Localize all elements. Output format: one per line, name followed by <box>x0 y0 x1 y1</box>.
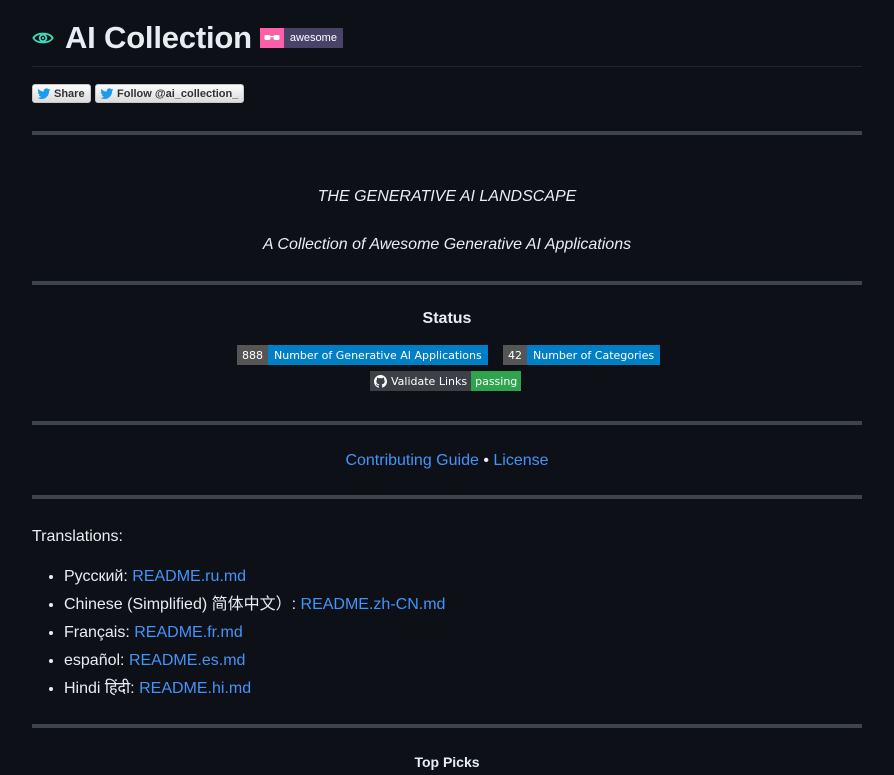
categories-count-badge[interactable]: 42 Number of Categories <box>503 345 661 365</box>
page-header: AI Collection awesome <box>32 18 343 58</box>
translation-language: Chinese (Simplified) 简体中文）: <box>64 596 297 613</box>
translation-link[interactable]: README.hi.md <box>139 680 251 697</box>
translation-language: Русский: <box>64 568 128 585</box>
translation-item: español: README.es.md <box>64 647 445 675</box>
translation-link[interactable]: README.ru.md <box>132 568 246 585</box>
section-divider <box>32 131 862 135</box>
translation-link[interactable]: README.fr.md <box>134 624 242 641</box>
translation-language: Français: <box>64 624 130 641</box>
twitter-share-label: Share <box>54 87 85 100</box>
apps-count-badge[interactable]: 888 Number of Generative AI Applications <box>237 345 488 365</box>
twitter-share-button[interactable]: Share <box>32 84 91 103</box>
translations-list: Русский: README.ru.md Chinese (Simplifie… <box>32 563 445 703</box>
validate-links-label: Validate Links <box>391 374 468 388</box>
eye-icon <box>32 32 54 44</box>
status-heading: Status <box>422 310 472 327</box>
section-divider <box>32 281 862 285</box>
twitter-follow-button[interactable]: Follow @ai_collection_ <box>95 84 245 103</box>
translation-language: Hindi हिंदी: <box>64 680 135 697</box>
section-divider <box>32 724 862 728</box>
top-picks-heading: Top Picks <box>414 754 480 770</box>
translation-link[interactable]: README.es.md <box>129 652 245 669</box>
page-title: AI Collection <box>65 20 252 55</box>
categories-count: 42 <box>503 345 527 365</box>
section-divider <box>32 495 862 499</box>
awesome-badge-label: awesome <box>283 28 343 48</box>
section-divider <box>32 421 862 425</box>
apps-count: 888 <box>237 345 268 365</box>
twitter-icon <box>100 87 114 99</box>
github-icon <box>374 374 387 388</box>
validate-links-state: passing <box>471 371 522 391</box>
license-link[interactable]: License <box>493 452 548 469</box>
contrib-links: Contributing Guide • License <box>32 452 862 470</box>
contributing-guide-link[interactable]: Contributing Guide <box>345 452 478 469</box>
translations-label: Translations: <box>32 528 123 545</box>
awesome-badge[interactable]: awesome <box>259 28 343 48</box>
link-separator: • <box>483 452 489 469</box>
twitter-icon <box>37 87 51 99</box>
header-divider <box>32 66 862 67</box>
translation-item: Chinese (Simplified) 简体中文）: README.zh-CN… <box>64 591 445 619</box>
translation-item: Français: README.fr.md <box>64 619 445 647</box>
translation-item: Hindi हिंदी: README.hi.md <box>64 675 445 703</box>
translation-language: español: <box>64 652 125 669</box>
apps-count-label: Number of Generative AI Applications <box>268 345 488 365</box>
categories-count-label: Number of Categories <box>527 345 661 365</box>
sunglasses-icon <box>259 28 284 48</box>
subtitle: A Collection of Awesome Generative AI Ap… <box>262 236 632 253</box>
landscape-heading: THE GENERATIVE AI LANDSCAPE <box>317 188 577 205</box>
validate-links-badge[interactable]: Validate Links passing <box>370 371 522 391</box>
translation-link[interactable]: README.zh-CN.md <box>301 596 446 613</box>
translation-item: Русский: README.ru.md <box>64 563 445 591</box>
twitter-follow-label: Follow @ai_collection_ <box>117 87 239 100</box>
